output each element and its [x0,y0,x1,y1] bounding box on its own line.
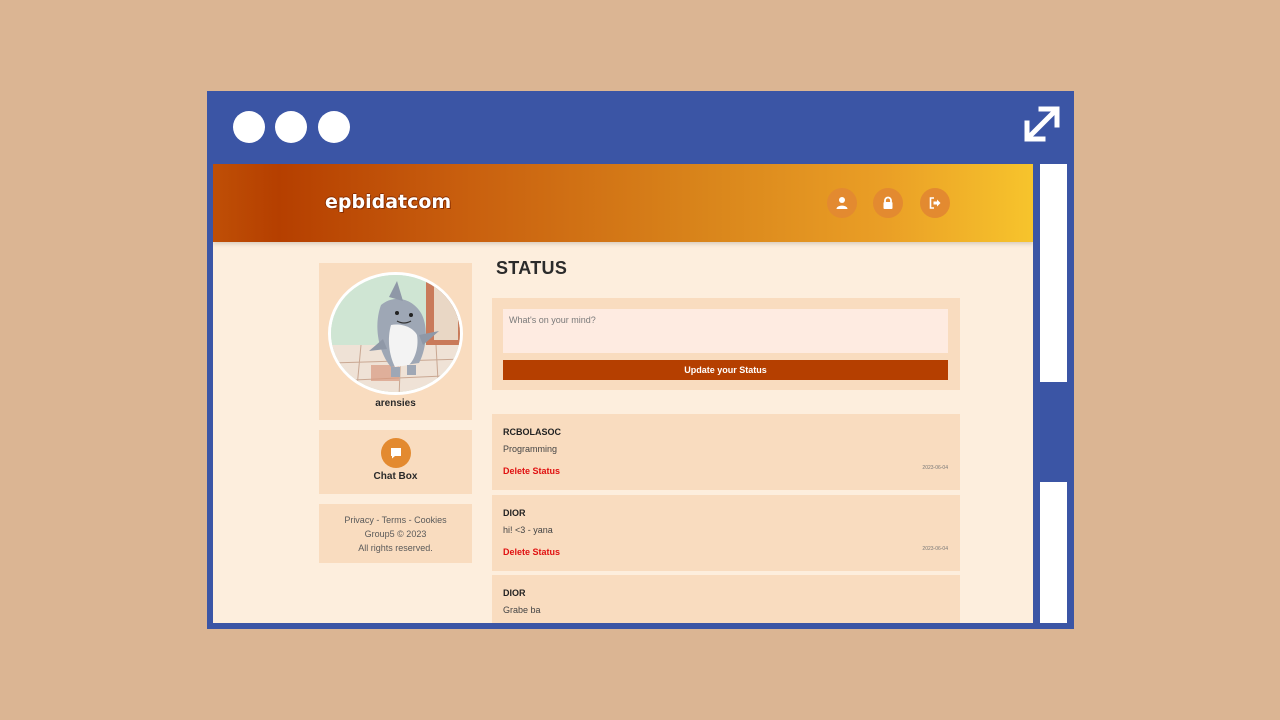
footer-copyright: Group5 © 2023 [364,529,427,539]
logout-button[interactable] [920,188,950,218]
post-author: DIOR [503,508,526,518]
lock-button[interactable] [873,188,903,218]
chat-button[interactable] [381,438,411,468]
footer-rights: All rights reserved. [358,543,433,553]
logout-icon [929,197,941,209]
shark-avatar-image [331,275,460,392]
status-compose-card: Update your Status [492,298,960,390]
status-input[interactable] [503,309,948,353]
browser-window: epbidatcom arensies Chat Box Privacy - T… [207,91,1074,629]
post-text: Programming [503,444,558,454]
footer-links[interactable]: Privacy - Terms - Cookies [319,513,472,527]
profile-button[interactable] [827,188,857,218]
chat-box-card[interactable]: Chat Box [319,430,472,494]
site-logo[interactable]: epbidatcom [325,191,451,213]
status-post: RCBOLASOC Programming Delete Status 2023… [492,414,960,490]
status-post: DIOR hi! <3 - yana Delete Status 2023-06… [492,495,960,571]
user-icon [836,197,848,209]
expand-icon[interactable] [1019,101,1065,147]
profile-card: arensies [319,263,472,420]
post-text: hi! <3 - yana [503,525,553,535]
window-control-dot[interactable] [275,111,307,143]
post-author: DIOR [503,588,526,598]
profile-username: arensies [375,398,416,409]
page-title: STATUS [496,258,568,278]
update-status-button[interactable]: Update your Status [503,360,948,380]
chat-box-label[interactable]: Chat Box [319,471,472,482]
post-text: Grabe ba [503,605,541,615]
scrollbar-track[interactable] [1040,482,1067,623]
avatar[interactable] [328,272,463,395]
page-viewport: epbidatcom arensies Chat Box Privacy - T… [213,164,1033,623]
scrollbar-track[interactable] [1040,164,1067,382]
lock-icon [883,196,893,209]
chat-icon [391,448,401,459]
delete-status-link[interactable]: Delete Status [503,547,560,557]
delete-status-link[interactable]: Delete Status [503,466,560,476]
status-post: DIOR Grabe ba [492,575,960,623]
site-header: epbidatcom [213,164,1033,242]
post-date: 2023-06-04 [922,546,948,552]
window-control-dot[interactable] [318,111,350,143]
post-date: 2023-06-04 [922,465,948,471]
footer-card: Privacy - Terms - Cookies Group5 © 2023 … [319,504,472,563]
post-author: RCBOLASOC [503,427,561,437]
window-control-dot[interactable] [233,111,265,143]
